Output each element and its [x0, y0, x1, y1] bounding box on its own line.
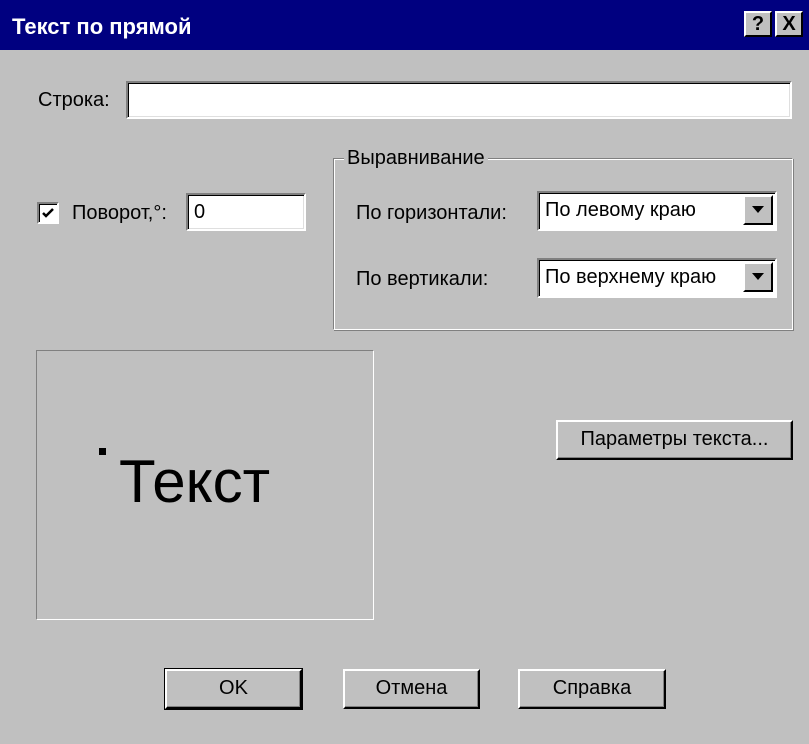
- chevron-down-icon: [752, 206, 764, 213]
- horizontal-label: По горизонтали:: [356, 202, 507, 224]
- cancel-button[interactable]: Отмена: [343, 669, 480, 709]
- close-title-button[interactable]: X: [775, 11, 803, 37]
- text-params-label: Параметры текста...: [580, 428, 769, 450]
- alignment-group: [333, 158, 793, 330]
- vertical-label: По вертикали:: [356, 268, 489, 290]
- text-preview: Текст: [36, 350, 374, 620]
- rotation-checkbox[interactable]: [37, 202, 59, 224]
- vertical-select[interactable]: По верхнему краю: [537, 258, 777, 298]
- rotation-input-value: 0: [194, 201, 206, 223]
- help-icon: ?: [751, 13, 765, 35]
- vertical-dropdown-button[interactable]: [743, 262, 773, 292]
- text-params-button[interactable]: Параметры текста...: [556, 420, 793, 460]
- dialog-window: Текст по прямой ? X Строка: Поворот,°: 0…: [0, 0, 809, 744]
- checkmark-icon: [42, 208, 54, 218]
- string-label: Строка:: [38, 89, 110, 111]
- rotation-label: Поворот,°:: [72, 202, 167, 224]
- horizontal-select[interactable]: По левому краю: [537, 191, 777, 231]
- horizontal-dropdown-button[interactable]: [743, 195, 773, 225]
- preview-sample-text: Текст: [119, 448, 271, 515]
- vertical-select-value: По верхнему краю: [545, 266, 717, 288]
- rotation-input[interactable]: 0: [186, 193, 306, 231]
- title-bar[interactable]: Текст по прямой ? X: [0, 0, 809, 50]
- ok-button[interactable]: OK: [164, 668, 303, 710]
- anchor-point: [99, 448, 106, 455]
- ok-label: OK: [219, 677, 248, 699]
- help-label: Справка: [552, 677, 632, 699]
- string-input[interactable]: [126, 81, 792, 119]
- window-title: Текст по прямой: [12, 14, 192, 39]
- horizontal-select-value: По левому краю: [545, 199, 696, 221]
- help-title-button[interactable]: ?: [744, 11, 772, 37]
- help-button[interactable]: Справка: [518, 669, 666, 709]
- chevron-down-icon: [752, 273, 764, 280]
- close-icon: X: [782, 13, 796, 35]
- alignment-group-title: Выравнивание: [344, 147, 488, 170]
- cancel-label: Отмена: [375, 677, 448, 699]
